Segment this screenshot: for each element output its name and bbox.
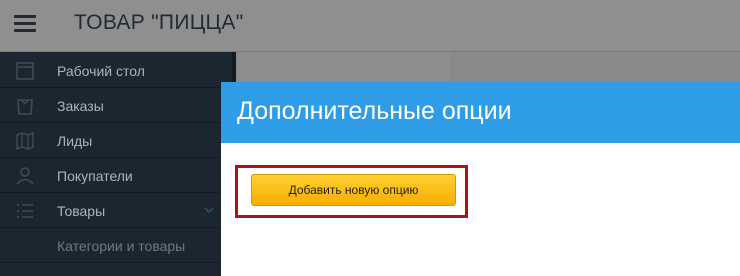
sidebar-item-products[interactable]: Товары (0, 194, 232, 228)
sidebar-subitem-categories[interactable]: Категории и товары (0, 229, 232, 263)
sidebar-item-label: Категории и товары (57, 238, 186, 254)
sidebar-item-label: Лиды (57, 133, 93, 149)
page-title: ТОВАР "ПИЦЦА" (74, 11, 244, 34)
add-option-button[interactable]: Добавить новую опцию (251, 174, 456, 206)
hamburger-menu-icon[interactable] (14, 15, 36, 33)
top-bar: ТОВАР "ПИЦЦА" (0, 0, 740, 52)
modal-header: Дополнительные опции (221, 82, 740, 143)
sidebar-item-leads[interactable]: Лиды (0, 124, 232, 158)
sidebar-item-orders[interactable]: Заказы (0, 89, 232, 123)
sidebar-item-dashboard[interactable]: Рабочий стол (0, 54, 232, 88)
user-icon (16, 167, 34, 185)
list-icon (17, 204, 33, 218)
options-modal: Дополнительные опции Добавить новую опци… (221, 82, 740, 276)
modal-title: Дополнительные опции (237, 97, 512, 125)
sidebar-item-label: Товары (57, 203, 106, 219)
map-icon (16, 132, 34, 150)
sidebar: Рабочий стол Заказы Лиды Покупатели Това… (0, 52, 232, 276)
sidebar-item-label: Покупатели (57, 168, 133, 184)
sidebar-item-customers[interactable]: Покупатели (0, 159, 232, 193)
calendar-icon (16, 62, 34, 80)
shopping-bag-icon (17, 99, 33, 115)
chevron-down-icon (204, 207, 214, 214)
sidebar-item-label: Рабочий стол (57, 63, 145, 79)
sidebar-item-label: Заказы (57, 98, 104, 114)
